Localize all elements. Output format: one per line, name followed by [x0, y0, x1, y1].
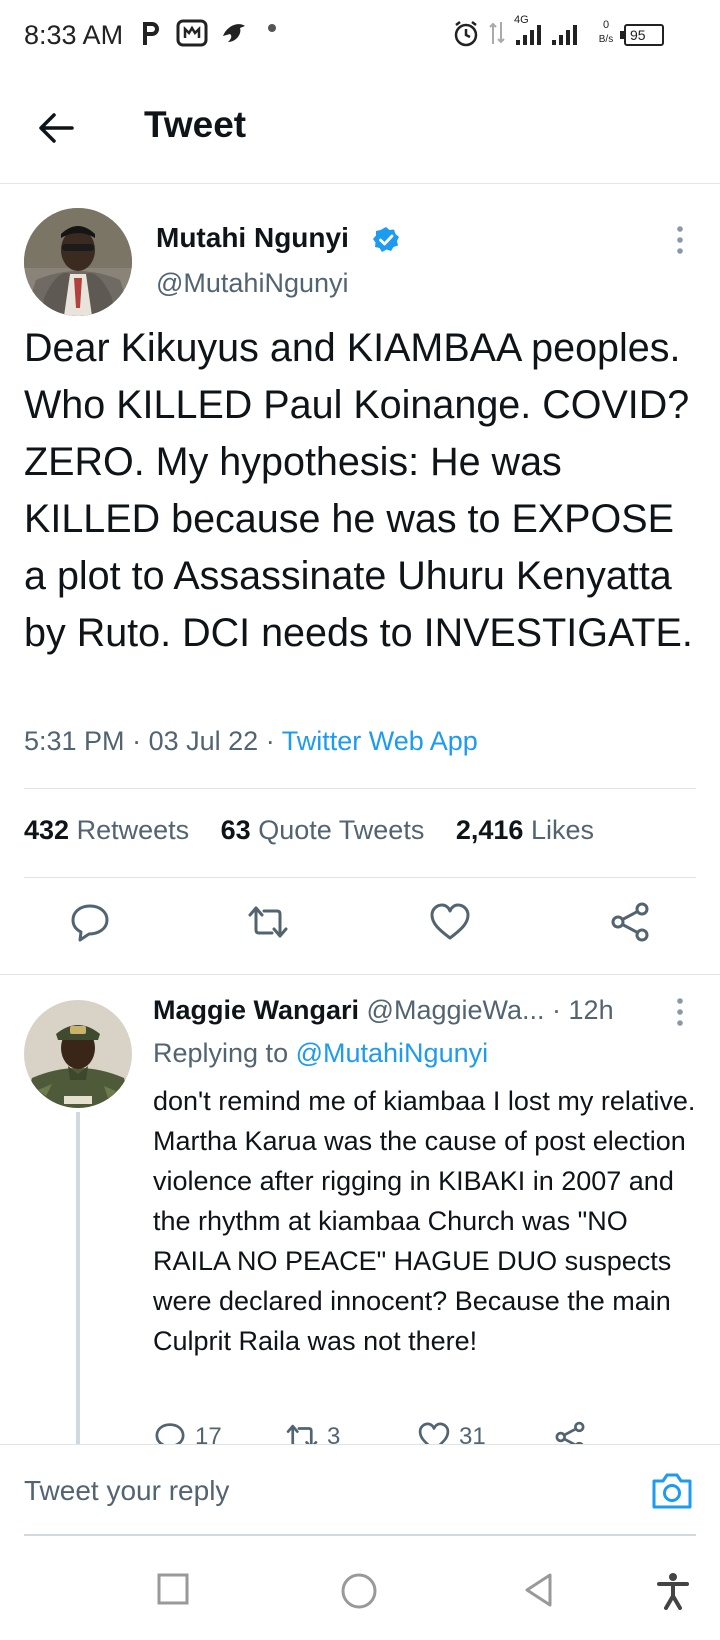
divider [24, 877, 696, 878]
quote-tweets-stat[interactable]: 63 Quote Tweets [221, 815, 425, 845]
status-time: 8:33 AM [24, 20, 124, 50]
retweets-stat[interactable]: 432 Retweets [24, 815, 189, 845]
replying-to-mention[interactable]: @MutahiNgunyi [296, 1038, 489, 1068]
share-icon [555, 1421, 585, 1446]
signal-strength-icon [516, 25, 541, 45]
accessibility-icon[interactable] [656, 1572, 690, 1610]
quotes-label: Quote Tweets [258, 815, 425, 845]
retweet-icon [286, 1424, 318, 1446]
reply-input-underline [24, 1534, 696, 1536]
share-icon[interactable] [608, 900, 652, 944]
reply-composer: Tweet your reply [0, 1444, 720, 1542]
reply-author-avatar[interactable] [24, 1000, 132, 1108]
top-app-bar: Tweet [0, 72, 720, 184]
reply-retweet-action[interactable]: 3 [285, 1420, 340, 1446]
replying-to-prefix: Replying to [153, 1038, 289, 1068]
reply-share-action[interactable] [553, 1420, 595, 1446]
reply-avatar-image [24, 1000, 132, 1108]
reply-reply-action[interactable]: 17 [153, 1420, 222, 1446]
app-notification-icon [176, 19, 208, 47]
home-icon[interactable] [340, 1572, 378, 1610]
reply-retweets-count: 3 [327, 1423, 341, 1446]
page-title: Tweet [144, 104, 247, 145]
bird-app-icon [223, 24, 245, 42]
divider [0, 974, 720, 975]
reply-icon [155, 1423, 185, 1446]
battery-icon: 95 [624, 24, 664, 46]
likes-stat[interactable]: 2,416 Likes [456, 815, 594, 845]
thread-connector-line [76, 1112, 80, 1444]
reply-icon[interactable] [68, 900, 112, 944]
signal-strength-icon-2 [552, 25, 577, 45]
back-arrow-icon[interactable] [34, 106, 78, 150]
reply-text: don't remind me of kiambaa I lost my rel… [153, 1086, 696, 1356]
tweet-date: 03 Jul 22 [148, 726, 259, 756]
tweet-meta: 5:31 PM · 03 Jul 22 · Twitter Web App [24, 726, 478, 757]
status-bar: 8:33 AM 4G 0 B/s 95 [0, 0, 720, 72]
camera-icon[interactable] [650, 1471, 694, 1511]
reply-time: 12h [568, 995, 614, 1025]
recent-apps-icon[interactable] [156, 1572, 190, 1606]
reply-header: Maggie Wangari @MaggieWa... · 12h [153, 995, 614, 1026]
author-avatar[interactable] [24, 208, 132, 316]
reply-actions: 17 3 31 [153, 1418, 713, 1446]
divider [24, 788, 696, 789]
retweet-icon[interactable] [246, 900, 290, 944]
reply-time-separator: · [552, 995, 569, 1025]
network-speed-value: 0 [602, 19, 610, 31]
meta-separator: · [265, 726, 282, 756]
like-heart-icon[interactable] [428, 900, 472, 944]
author-avatar-image [24, 208, 132, 316]
author-handle[interactable]: @MutahiNgunyi [156, 268, 349, 299]
verified-badge-icon [373, 227, 399, 252]
reply-input[interactable]: Tweet your reply [24, 1475, 229, 1507]
like-heart-icon [418, 1422, 450, 1446]
battery-level: 95 [630, 27, 646, 43]
retweets-count: 432 [24, 815, 70, 845]
likes-count: 2,416 [455, 815, 524, 845]
more-options-icon[interactable] [668, 224, 692, 256]
reply-like-action[interactable]: 31 [417, 1420, 486, 1446]
tweet-source-link[interactable]: Twitter Web App [282, 726, 478, 756]
retweets-label: Retweets [76, 815, 190, 845]
tweet-actions [0, 900, 720, 956]
likes-label: Likes [530, 815, 594, 845]
replying-to: Replying to @MutahiNgunyi [153, 1038, 488, 1069]
reply-author-name[interactable]: Maggie Wangari [153, 995, 359, 1025]
quotes-count: 63 [220, 815, 251, 845]
data-transfer-icon [489, 22, 505, 44]
system-navigation-bar [0, 1556, 720, 1640]
tweet-text: Dear Kikuyus and KIAMBAA peoples. Who KI… [24, 326, 693, 655]
reply-likes-count: 31 [459, 1423, 486, 1446]
reply-author-handle[interactable]: @MaggieWa... [367, 995, 545, 1025]
parking-app-icon [143, 22, 159, 45]
tweet-time: 5:31 PM [24, 726, 125, 756]
author-name[interactable]: Mutahi Ngunyi [156, 222, 349, 254]
battery-tip [620, 31, 624, 39]
alarm-icon [454, 21, 478, 47]
reply-more-options-icon[interactable] [668, 996, 692, 1028]
more-notifications-dot [268, 24, 276, 32]
meta-separator: · [132, 726, 149, 756]
tweet-stats: 432 Retweets 63 Quote Tweets 2,416 Likes [24, 815, 594, 846]
network-speed-unit: B/s [598, 34, 614, 45]
reply-replies-count: 17 [195, 1423, 222, 1446]
back-nav-icon[interactable] [522, 1572, 556, 1608]
